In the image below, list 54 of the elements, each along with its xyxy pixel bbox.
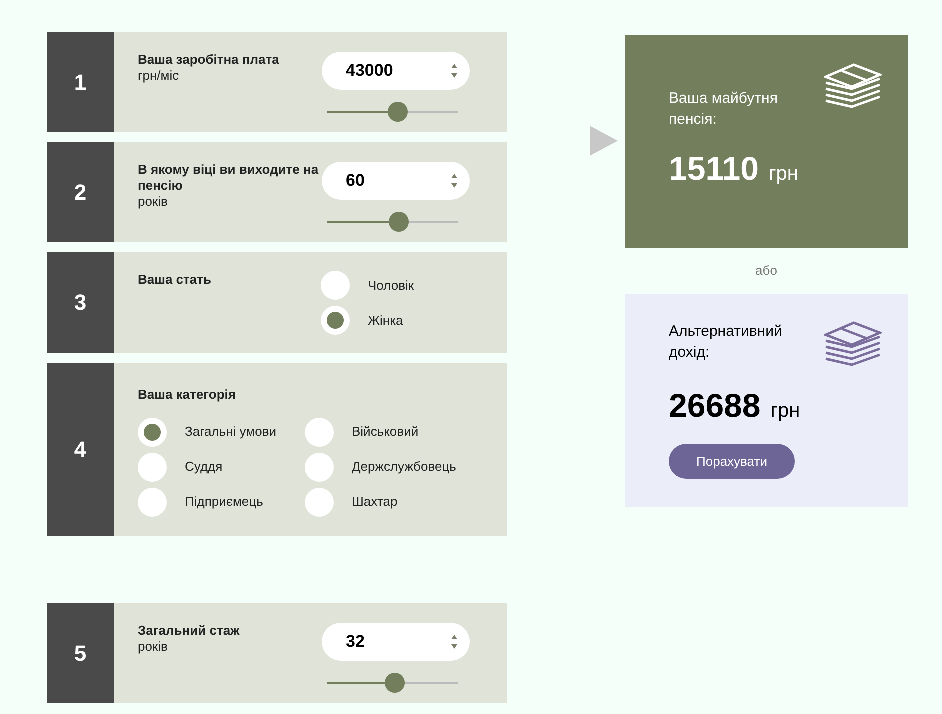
radio-button[interactable] [321,306,350,335]
spinner-icon[interactable] [451,172,458,190]
option-label: Суддя [185,458,223,476]
option-label: Загальні умови [185,423,276,442]
radio-button[interactable] [138,488,167,516]
money-stack-icon [824,61,882,109]
card-label: Альтернативний дохід: [669,322,784,362]
step-number: 1 [47,32,114,132]
unit-label: років [138,639,169,655]
radio-button[interactable] [305,452,334,482]
step-number: 4 [47,363,114,536]
number-field[interactable]: 60 [322,162,470,200]
field-value: 60 [346,170,366,192]
currency-label: грн [770,398,800,424]
radio-button[interactable] [138,452,167,482]
option-label: Жінка [368,312,404,330]
radio-button[interactable] [305,488,334,516]
slider[interactable] [327,102,458,122]
field-label: Ваша заробітна плата [138,52,280,68]
spinner-icon[interactable] [451,62,458,80]
number-field[interactable]: 43000 [322,52,470,90]
option-label: Чоловік [368,276,414,295]
slider-thumb[interactable] [385,673,406,693]
arrow-icon [590,126,618,156]
option-label: Підприємець [185,493,264,512]
amount-value: 15110 [669,149,759,189]
field-label: Ваша стать [138,272,212,288]
number-field[interactable]: 32 [322,623,470,661]
unit-label: грн/міс [138,68,180,84]
slider[interactable] [327,212,458,232]
unit-label: років [138,194,169,210]
amount-value: 26688 [669,386,761,426]
slider[interactable] [327,673,458,693]
step-number: 2 [47,142,114,242]
radio-button[interactable] [305,418,334,446]
spinner-icon[interactable] [451,633,458,651]
money-stack-icon [824,318,882,366]
field-value: 32 [346,631,366,654]
slider-thumb[interactable] [389,212,410,232]
option-label: Військовий [352,423,419,442]
field-value: 43000 [346,60,394,82]
step-number: 5 [47,603,114,703]
step-number: 3 [47,252,114,353]
separator-text: або [756,262,778,280]
card-label: Ваша майбутня пенсія: [669,89,779,130]
slider-thumb[interactable] [388,102,408,122]
currency-label: грн [768,162,798,187]
option-label: Держслужбовець [352,458,456,476]
field-label: Загальний стаж [138,623,241,639]
option-label: Шахтар [352,493,398,512]
calculate-button[interactable]: Порахувати [669,444,795,479]
radio-button[interactable] [321,271,350,300]
radio-button[interactable] [138,418,167,446]
field-label: Ваша категорія [138,386,237,404]
